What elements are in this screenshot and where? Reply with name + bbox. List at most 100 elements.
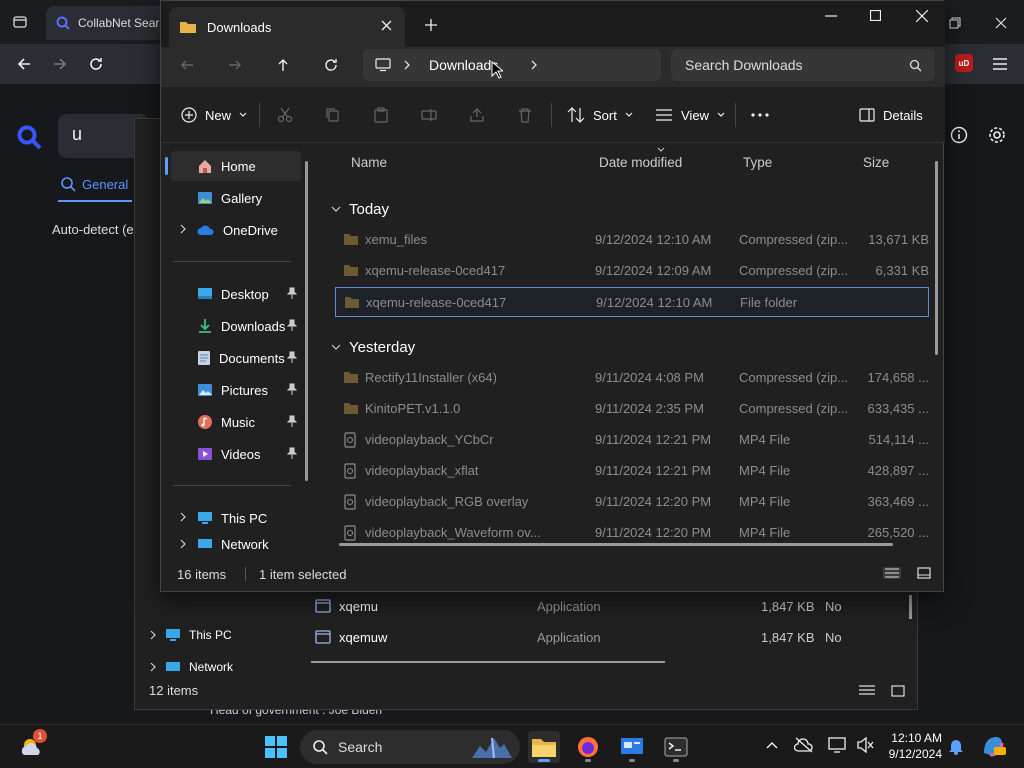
chevron-right-icon[interactable] bbox=[530, 60, 538, 70]
copilot-icon[interactable] bbox=[980, 733, 1006, 759]
new-button[interactable]: New bbox=[181, 101, 247, 129]
close-icon[interactable] bbox=[990, 12, 1012, 34]
file-row[interactable]: KinitoPET.v1.1.0 9/11/2024 2:35 PM Compr… bbox=[335, 394, 929, 424]
nav-item-gallery[interactable]: Gallery bbox=[171, 183, 301, 213]
pin-icon[interactable] bbox=[287, 415, 297, 427]
nav-item-downloads[interactable]: Downloads bbox=[171, 311, 301, 341]
file-row[interactable]: videoplayback_YCbCr 9/11/2024 12:21 PM M… bbox=[335, 425, 929, 455]
delete-icon[interactable] bbox=[517, 101, 533, 129]
horizontal-scrollbar[interactable] bbox=[311, 661, 665, 663]
nav-scrollbar[interactable] bbox=[305, 161, 308, 481]
rename-icon[interactable] bbox=[421, 101, 437, 129]
ublock-icon[interactable]: uD bbox=[955, 54, 973, 72]
forward-icon[interactable] bbox=[225, 55, 245, 75]
cut-icon[interactable] bbox=[277, 101, 293, 129]
nav-item-desktop[interactable]: Desktop bbox=[171, 279, 301, 309]
language-select[interactable]: Auto-detect (e bbox=[52, 222, 134, 237]
taskbar-file-explorer[interactable] bbox=[528, 731, 560, 763]
taskbar-firefox[interactable] bbox=[572, 731, 604, 763]
menu-icon[interactable] bbox=[990, 54, 1010, 74]
vertical-scrollbar[interactable] bbox=[935, 161, 938, 355]
view-button[interactable]: View bbox=[655, 101, 725, 129]
tiles-view-icon[interactable] bbox=[917, 567, 931, 579]
settings-gear-icon[interactable] bbox=[986, 124, 1008, 146]
share-icon[interactable] bbox=[469, 101, 485, 129]
horizontal-scrollbar[interactable] bbox=[339, 543, 893, 546]
pin-icon[interactable] bbox=[287, 383, 297, 395]
details-view-icon[interactable] bbox=[883, 567, 901, 579]
nav-item-videos[interactable]: Videos bbox=[171, 439, 301, 469]
nav-item-pictures[interactable]: Pictures bbox=[171, 375, 301, 405]
pin-icon[interactable] bbox=[287, 287, 297, 299]
list-item[interactable]: xqemu Application 1,847 KB No bbox=[315, 591, 905, 621]
list-item[interactable]: xqemuw Application 1,847 KB No bbox=[315, 622, 905, 652]
taskbar-search[interactable]: Search bbox=[300, 730, 520, 764]
taskbar-terminal[interactable] bbox=[660, 731, 692, 763]
reload-icon[interactable] bbox=[84, 54, 108, 74]
pin-icon[interactable] bbox=[287, 351, 297, 363]
column-header-size[interactable]: Size bbox=[863, 155, 889, 170]
new-tab-icon[interactable] bbox=[425, 19, 437, 31]
file-row[interactable]: videoplayback_RGB overlay 9/11/2024 12:2… bbox=[335, 487, 929, 517]
taskbar-control-panel[interactable] bbox=[616, 731, 648, 763]
notification-bell-icon[interactable] bbox=[948, 737, 964, 755]
nav-item-this-pc[interactable]: This PC bbox=[171, 503, 301, 533]
pin-icon[interactable] bbox=[287, 447, 297, 459]
address-bar[interactable]: Downloads bbox=[363, 49, 661, 81]
nav-item-onedrive[interactable]: OneDrive bbox=[171, 215, 301, 245]
group-header-today[interactable]: Today bbox=[331, 201, 389, 218]
nav-item-network[interactable]: Network bbox=[171, 535, 301, 551]
pin-icon[interactable] bbox=[287, 319, 297, 331]
copy-icon[interactable] bbox=[325, 101, 341, 129]
cloud-offline-icon[interactable] bbox=[794, 737, 814, 753]
display-icon[interactable] bbox=[828, 737, 846, 753]
file-row[interactable]: xemu_files 9/12/2024 12:10 AM Compressed… bbox=[335, 225, 929, 255]
close-tab-icon[interactable] bbox=[381, 20, 392, 31]
breadcrumb-downloads[interactable]: Downloads bbox=[423, 57, 498, 73]
refresh-icon[interactable] bbox=[321, 55, 341, 75]
tiles-view-icon[interactable] bbox=[891, 685, 905, 697]
window-close-icon[interactable] bbox=[916, 10, 928, 22]
tab-actions-icon[interactable] bbox=[10, 12, 30, 32]
chevron-right-icon[interactable] bbox=[179, 224, 187, 234]
file-row[interactable]: videoplayback_xflat 9/11/2024 12:21 PM M… bbox=[335, 456, 929, 486]
explorer-titlebar: Downloads bbox=[161, 1, 945, 47]
details-view-icon[interactable] bbox=[859, 685, 875, 697]
file-row-selected[interactable]: xqemu-release-0ced417 9/12/2024 12:10 AM… bbox=[335, 287, 929, 317]
browser-tab[interactable]: CollabNet SearX bbox=[46, 6, 166, 40]
volume-muted-icon[interactable] bbox=[856, 737, 874, 753]
clock[interactable]: 12:10 AM 9/12/2024 bbox=[882, 730, 942, 762]
nav-item-documents[interactable]: Documents bbox=[171, 343, 301, 373]
maximize-icon[interactable] bbox=[870, 10, 881, 21]
chevron-up-icon[interactable] bbox=[766, 741, 778, 749]
vertical-scrollbar[interactable] bbox=[909, 595, 912, 619]
group-header-yesterday[interactable]: Yesterday bbox=[331, 339, 415, 356]
file-row[interactable]: Rectify11Installer (x64) 9/11/2024 4:08 … bbox=[335, 363, 929, 393]
nav-item-this-pc-bg[interactable]: This PC bbox=[149, 620, 232, 650]
info-icon[interactable] bbox=[948, 124, 970, 146]
column-header-name[interactable]: Name bbox=[351, 155, 387, 170]
nav-item-music[interactable]: Music bbox=[171, 407, 301, 437]
start-windows-icon[interactable] bbox=[260, 731, 292, 763]
back-icon[interactable] bbox=[177, 55, 197, 75]
paste-icon[interactable] bbox=[373, 101, 389, 129]
minimize-icon[interactable] bbox=[825, 15, 837, 17]
forward-icon[interactable] bbox=[48, 54, 72, 74]
nav-item-home[interactable]: Home bbox=[171, 151, 301, 181]
explorer-tab[interactable]: Downloads bbox=[169, 7, 405, 47]
sort-button[interactable]: Sort bbox=[567, 101, 633, 129]
column-header-date[interactable]: Date modified bbox=[599, 155, 682, 170]
chevron-right-icon[interactable] bbox=[179, 539, 187, 549]
column-header-type[interactable]: Type bbox=[743, 155, 772, 170]
file-row[interactable]: xqemu-release-0ced417 9/12/2024 12:09 AM… bbox=[335, 256, 929, 286]
up-icon[interactable] bbox=[273, 55, 293, 75]
search-input[interactable]: Search Downloads bbox=[671, 49, 935, 81]
chevron-right-icon[interactable] bbox=[179, 512, 187, 522]
weather-icon[interactable]: 1 bbox=[16, 729, 48, 763]
details-button[interactable]: Details bbox=[859, 101, 923, 129]
nav-item-network-bg[interactable]: Network bbox=[149, 652, 233, 682]
more-options-icon[interactable] bbox=[751, 101, 769, 129]
restore-icon[interactable] bbox=[944, 12, 966, 34]
tab-general[interactable]: General bbox=[60, 176, 128, 192]
back-icon[interactable] bbox=[12, 54, 36, 74]
